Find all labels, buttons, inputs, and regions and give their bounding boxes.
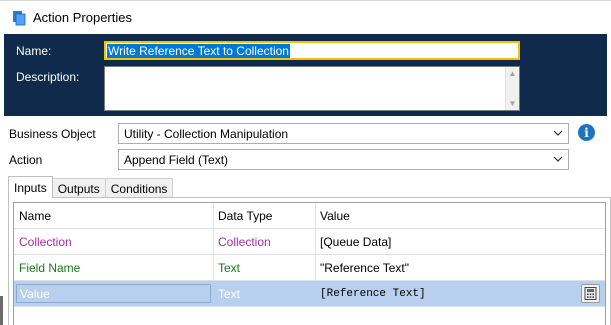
calculator-icon[interactable] (581, 284, 600, 303)
table-row[interactable]: Collection Collection [Queue Data] (14, 229, 605, 255)
window-title: Action Properties (33, 10, 132, 25)
inputs-panel: Name Data Type Value Collection Collecti… (8, 197, 611, 325)
row-data-type: Collection (218, 234, 271, 249)
name-field-value: Write Reference Text to Collection (107, 43, 290, 58)
scroll-up-icon[interactable]: ▲ (509, 69, 517, 78)
process-action-icon (11, 10, 27, 26)
tab-outputs[interactable]: Outputs (51, 178, 106, 198)
action-dropdown[interactable]: Append Field (Text) (118, 149, 569, 170)
column-header-data-type[interactable]: Data Type (213, 203, 315, 228)
name-field[interactable]: Write Reference Text to Collection (104, 41, 520, 60)
description-label: Description: (16, 70, 80, 84)
column-header-value[interactable]: Value (315, 203, 605, 228)
tab-strip: Inputs Outputs Conditions (8, 176, 174, 198)
action-value: Append Field (Text) (124, 152, 229, 167)
row-name: Collection (19, 234, 72, 249)
row-value[interactable]: "Reference Text" (315, 255, 605, 280)
grid-header: Name Data Type Value (14, 203, 605, 229)
business-object-dropdown[interactable]: Utility - Collection Manipulation (118, 123, 569, 144)
business-object-label: Business Object (9, 127, 96, 141)
business-object-value: Utility - Collection Manipulation (124, 126, 289, 141)
row-value[interactable]: [Reference Text] (315, 281, 575, 306)
chevron-down-icon (552, 127, 564, 139)
row-name: Field Name (19, 260, 81, 275)
row-data-type: Text (218, 286, 241, 301)
tab-conditions[interactable]: Conditions (104, 178, 174, 198)
row-name-input[interactable]: Value (16, 284, 211, 303)
inputs-grid: Name Data Type Value Collection Collecti… (13, 202, 606, 325)
table-row[interactable]: Field Name Text "Reference Text" (14, 255, 605, 281)
description-scrollbar[interactable]: ▲ ▼ (505, 67, 519, 110)
row-value[interactable]: [Queue Data] (315, 229, 605, 254)
header-panel: Name: Write Reference Text to Collection… (4, 34, 607, 116)
tab-inputs[interactable]: Inputs (8, 176, 53, 198)
title-bar: Action Properties (0, 0, 611, 34)
description-field[interactable]: ▲ ▼ (104, 66, 520, 111)
table-row-selected[interactable]: Value Text [Reference Text] (14, 281, 605, 307)
window-edge (0, 296, 3, 325)
info-icon[interactable]: i (578, 124, 595, 141)
action-label: Action (9, 153, 43, 167)
chevron-down-icon (552, 153, 564, 165)
row-data-type: Text (218, 260, 241, 275)
column-header-name[interactable]: Name (14, 203, 213, 228)
name-label: Name: (16, 44, 52, 58)
scroll-down-icon[interactable]: ▼ (509, 99, 517, 108)
